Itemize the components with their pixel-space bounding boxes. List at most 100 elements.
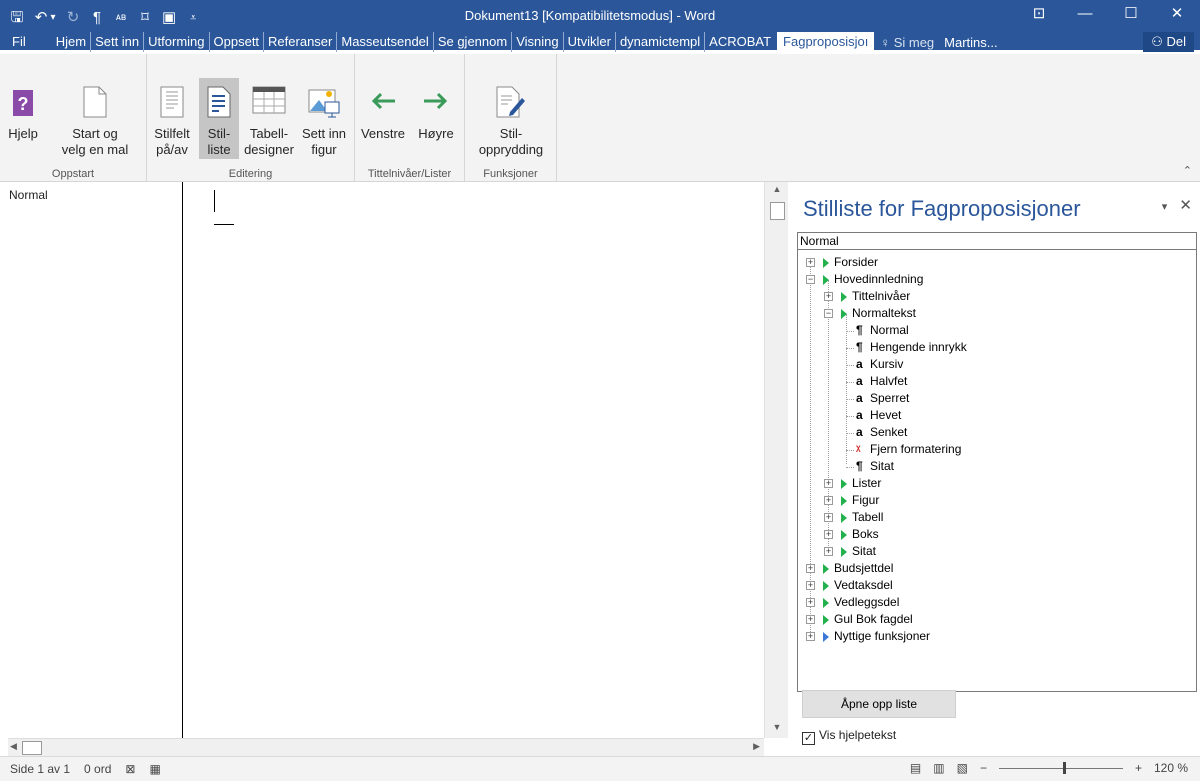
tab-acrobat[interactable]: ACROBAT [705,32,775,52]
horizontal-scrollbar[interactable]: ◀ ▶ [8,738,764,756]
zoom-out-icon[interactable]: − [980,761,987,775]
tell-me-box[interactable]: ♀ Si meg [880,35,934,50]
scroll-down-icon[interactable]: ▼ [769,722,785,736]
word-document-icon[interactable]: ▣ [162,8,176,28]
tree-line [846,365,854,366]
tab-dynamictemplate[interactable]: dynamictempl [616,32,706,52]
custom-command-icon[interactable]: ⌑ [138,8,152,28]
read-mode-icon[interactable]: ▤ [910,761,921,775]
green-triangle-icon [841,309,847,319]
pane-close-icon[interactable]: ✕ [1179,197,1192,214]
tab-oppsett[interactable]: Oppsett [210,32,265,52]
customize-qat-icon[interactable]: ⩡ [186,8,200,28]
save-icon[interactable]: 🖫 [10,8,24,28]
zoom-level[interactable]: 120 % [1154,761,1188,775]
tree-item-label: Normal [870,323,909,337]
word-count[interactable]: 0 ord [84,762,111,776]
stilfelt-button[interactable]: Stilfelt på/av [149,84,195,159]
start-label-line2: velg en mal [61,142,129,157]
tabelldesigner-button[interactable]: Tabell- designer [241,84,297,159]
close-icon[interactable]: ✕ [1154,0,1200,30]
ribbon-display-options-icon[interactable]: ⊡ [1016,0,1062,30]
expand-icon[interactable]: + [806,564,815,573]
expand-icon[interactable]: + [806,598,815,607]
stilliste-button[interactable]: Stil- liste [199,78,239,159]
tree-item-label: Vedtaksdel [834,578,893,592]
tab-masseutsendelse[interactable]: Masseutsendel [337,32,434,52]
zoom-slider-thumb[interactable] [1063,761,1067,774]
tab-fagproposisjoner[interactable]: Fagproposisjoı [777,32,875,52]
sett-inn-figur-button[interactable]: Sett inn figur [297,84,351,159]
page-count[interactable]: Side 1 av 1 [10,762,70,776]
collapse-ribbon-icon[interactable]: ⌃ [1183,164,1192,177]
tab-se-gjennom[interactable]: Se gjennom [434,32,513,52]
character-style-icon: a [856,357,863,371]
style-tree[interactable]: + Forsider − Hovedinnledning + Tittelnivåer… [797,250,1197,692]
hjelp-label: Hjelp [8,126,38,141]
redo-icon[interactable]: ↻ [66,8,80,28]
scroll-right-icon[interactable]: ▶ [753,741,760,752]
undo-dropdown-icon[interactable]: ▾ [50,8,56,28]
expand-icon[interactable]: + [824,530,833,539]
abc-format-icon[interactable]: ᴀʙ [114,8,128,28]
figur-label-line2: figur [311,142,337,157]
style-name-input[interactable] [797,232,1197,250]
open-list-button[interactable]: Åpne opp liste [802,690,956,718]
checkbox-checked-icon[interactable]: ✓ [802,732,815,745]
print-layout-icon[interactable]: ▥ [933,761,944,775]
venstre-button[interactable]: Venstre [355,84,411,159]
pane-options-icon[interactable]: ▾ [1162,201,1168,213]
expand-icon[interactable]: + [806,632,815,641]
hjelp-button[interactable]: ? Hjelp [8,84,38,159]
tree-line [810,262,811,632]
macro-recording-icon[interactable]: ▦ [149,762,160,776]
vertical-scroll-thumb[interactable] [770,202,785,220]
tree-item-label: Hevet [870,408,902,422]
hoyre-button[interactable]: Høyre [411,84,461,159]
zoom-in-icon[interactable]: + [1135,761,1142,775]
undo-icon[interactable]: ↶ [34,8,48,28]
tab-file[interactable]: Fil [0,32,38,52]
tab-utforming[interactable]: Utforming [144,32,210,52]
scroll-left-icon[interactable]: ◀ [10,741,17,752]
user-name[interactable]: Martins... [944,35,997,50]
expand-icon[interactable]: + [806,615,815,624]
lightbulb-icon: ♀ [880,34,894,50]
stilopprydding-button[interactable]: Stil- opprydding [471,84,551,159]
quick-access-toolbar: 🖫 ↶ ▾ ↻ ¶ ᴀʙ ⌑ ▣ ⩡ [10,6,200,30]
person-share-icon: ⚇ [1151,34,1167,49]
vertical-scrollbar[interactable]: ▲ ▼ [764,182,788,738]
tab-visning[interactable]: Visning [512,32,564,52]
expand-icon[interactable]: + [824,513,833,522]
minimize-icon[interactable]: — [1062,0,1108,30]
scroll-up-icon[interactable]: ▲ [769,184,785,198]
proofing-icon[interactable]: ⊠ [125,762,135,776]
expand-icon[interactable]: + [824,479,833,488]
paragraph-style-icon: ¶ [856,340,863,354]
tab-utvikler[interactable]: Utvikler [564,32,616,52]
collapse-icon[interactable]: − [824,309,833,318]
expand-icon[interactable]: + [824,496,833,505]
show-help-checkbox[interactable]: ✓ Vis hjelpetekst [802,728,896,745]
tab-referanser[interactable]: Referanser [264,32,338,52]
tab-hjem[interactable]: Hjem [52,32,92,52]
expand-icon[interactable]: + [824,292,833,301]
web-layout-icon[interactable]: ▧ [957,761,968,775]
expand-icon[interactable]: + [806,258,815,267]
start-velg-mal-button[interactable]: Start og velg en mal [56,84,134,159]
expand-icon[interactable]: + [824,547,833,556]
document-page[interactable] [184,182,764,738]
character-style-icon: a [856,374,863,388]
expand-icon[interactable]: + [806,581,815,590]
zoom-slider[interactable] [998,761,1123,774]
horizontal-scroll-thumb[interactable] [22,741,42,755]
maximize-icon[interactable]: ☐ [1108,0,1154,30]
share-button[interactable]: ⚇ Del [1143,32,1194,52]
tree-item-label: Figur [852,493,880,507]
help-book-icon: ? [12,89,34,121]
tab-sett-inn[interactable]: Sett inn [91,32,145,52]
arrow-right-icon [422,90,450,116]
collapse-icon[interactable]: − [806,275,815,284]
text-cursor [214,190,215,212]
pilcrow-icon[interactable]: ¶ [90,8,104,28]
